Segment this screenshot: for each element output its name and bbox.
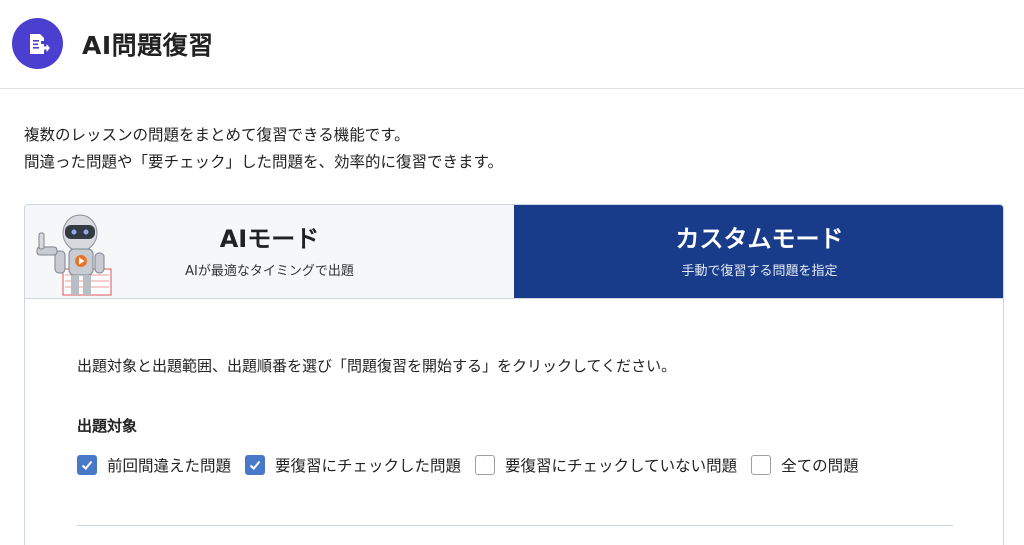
- target-section-label: 出題対象: [77, 417, 138, 435]
- tab-custom-mode[interactable]: カスタムモード 手動で復習する問題を指定: [514, 205, 1003, 298]
- option-label: 前回間違えた問題: [107, 457, 232, 475]
- option-not-marked-review[interactable]: 要復習にチェックしていない問題: [475, 454, 737, 476]
- target-options: 前回間違えた問題 要復習にチェックした問題 要復習にチェックしていない問題 全て…: [77, 454, 873, 476]
- tab-ai-mode[interactable]: AIモード AIが最適なタイミングで出題: [25, 205, 514, 298]
- robot-icon: [36, 214, 112, 296]
- option-marked-review[interactable]: 要復習にチェックした問題: [245, 454, 461, 476]
- page-header: AI問題復習: [0, 0, 1024, 89]
- mode-panel: AIモード AIが最適なタイミングで出題 カスタムモード 手動で復習する問題を指…: [24, 204, 1004, 545]
- option-label: 全ての問題: [781, 457, 859, 475]
- page-title: AI問題復習: [82, 31, 214, 60]
- option-all-questions[interactable]: 全ての問題: [751, 454, 859, 476]
- tab-custom-title: カスタムモード: [675, 225, 844, 253]
- mode-tabs: AIモード AIが最適なタイミングで出題 カスタムモード 手動で復習する問題を指…: [25, 205, 1003, 299]
- tab-ai-subtitle: AIが最適なタイミングで出題: [185, 264, 354, 279]
- instruction-text: 出題対象と出題範囲、出題順番を選び「問題復習を開始する」をクリックしてください。: [77, 357, 677, 375]
- option-label: 要復習にチェックした問題: [275, 457, 462, 475]
- checkbox-checked-icon[interactable]: [245, 455, 266, 475]
- intro-line-1: 複数のレッスンの問題をまとめて復習できる機能です。: [24, 126, 410, 144]
- tab-custom-subtitle: 手動で復習する問題を指定: [681, 264, 838, 279]
- checkbox-checked-icon[interactable]: [77, 455, 97, 475]
- document-arrow-icon: [12, 18, 63, 69]
- intro-line-2: 間違った問題や「要チェック」した問題を、効率的に復習できます。: [24, 153, 503, 171]
- section-divider: [77, 525, 953, 526]
- intro-text: 複数のレッスンの問題をまとめて復習できる機能です。 間違った問題や「要チェック」…: [24, 122, 503, 176]
- option-wrong-last-time[interactable]: 前回間違えた問題: [77, 454, 231, 476]
- tab-ai-title: AIモード: [219, 225, 320, 253]
- checkbox-unchecked-icon[interactable]: [475, 455, 496, 475]
- option-label: 要復習にチェックしていない問題: [505, 457, 738, 475]
- checkbox-unchecked-icon[interactable]: [751, 455, 772, 475]
